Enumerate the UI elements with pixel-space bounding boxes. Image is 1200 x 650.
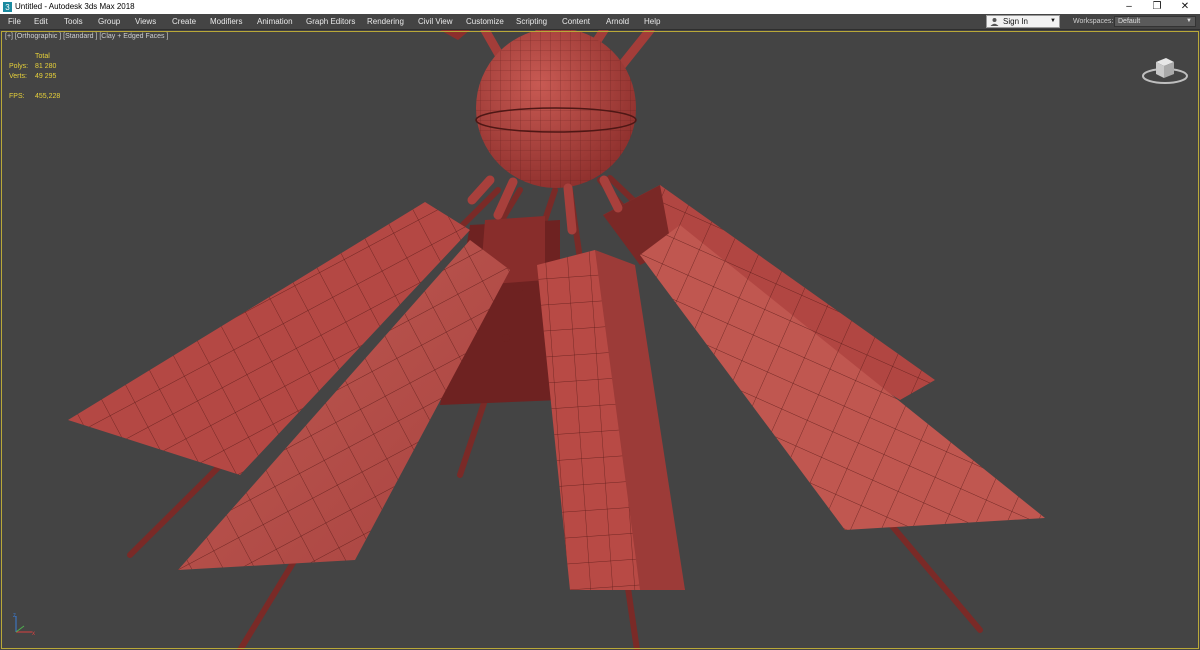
scene-render (68, 30, 1045, 650)
polys-value: 81 280 (35, 63, 57, 70)
menu-graph-editors[interactable]: Graph Editors (306, 14, 355, 29)
menu-file[interactable]: File (8, 14, 21, 29)
menu-animation[interactable]: Animation (257, 14, 293, 29)
viewcube-icon[interactable] (1140, 52, 1190, 88)
menu-help[interactable]: Help (644, 14, 660, 29)
axis-tripod-icon: z x (13, 613, 35, 637)
viewport[interactable]: [+] [Orthographic ] [Standard ] [Clay + … (0, 30, 1200, 650)
restore-button[interactable]: ❐ (1143, 0, 1171, 14)
menu-scripting[interactable]: Scripting (516, 14, 547, 29)
window-title: Untitled - Autodesk 3ds Max 2018 (15, 2, 135, 11)
fps-label: FPS: (9, 93, 25, 100)
workspaces-select[interactable]: Default ▼ (1114, 16, 1196, 27)
menu-arnold[interactable]: Arnold (606, 14, 629, 29)
chevron-down-icon: ▼ (1186, 18, 1192, 24)
workspaces-label: Workspaces: (1073, 18, 1114, 25)
verts-value: 49 295 (35, 73, 57, 80)
menu-modifiers[interactable]: Modifiers (210, 14, 242, 29)
menu-group[interactable]: Group (98, 14, 120, 29)
sign-in-label: Sign In (1003, 17, 1028, 26)
viewport-label[interactable]: [+] [Orthographic ] [Standard ] [Clay + … (5, 33, 168, 40)
stats-header: Total (35, 53, 50, 60)
polys-label: Polys: (9, 63, 29, 70)
menu-create[interactable]: Create (172, 14, 196, 29)
user-icon (990, 18, 999, 26)
menu-customize[interactable]: Customize (466, 14, 504, 29)
menu-civil-view[interactable]: Civil View (418, 14, 453, 29)
menu-tools[interactable]: Tools (64, 14, 83, 29)
svg-text:z: z (13, 613, 16, 619)
close-button[interactable]: ✕ (1171, 0, 1199, 14)
fps-value: 455,228 (35, 93, 61, 100)
title-bar: 3 Untitled - Autodesk 3ds Max 2018 – ❐ ✕ (0, 0, 1200, 14)
sign-in-dropdown[interactable]: Sign In ▼ (986, 15, 1060, 28)
menu-rendering[interactable]: Rendering (367, 14, 404, 29)
svg-text:x: x (32, 631, 35, 637)
chevron-down-icon: ▼ (1050, 18, 1056, 24)
menu-views[interactable]: Views (135, 14, 156, 29)
app-icon: 3 (3, 2, 12, 12)
menu-content[interactable]: Content (562, 14, 590, 29)
workspace-value: Default (1118, 18, 1141, 25)
menu-edit[interactable]: Edit (34, 14, 48, 29)
minimize-button[interactable]: – (1115, 0, 1143, 14)
verts-label: Verts: (9, 73, 27, 80)
svg-text:3: 3 (5, 3, 10, 12)
